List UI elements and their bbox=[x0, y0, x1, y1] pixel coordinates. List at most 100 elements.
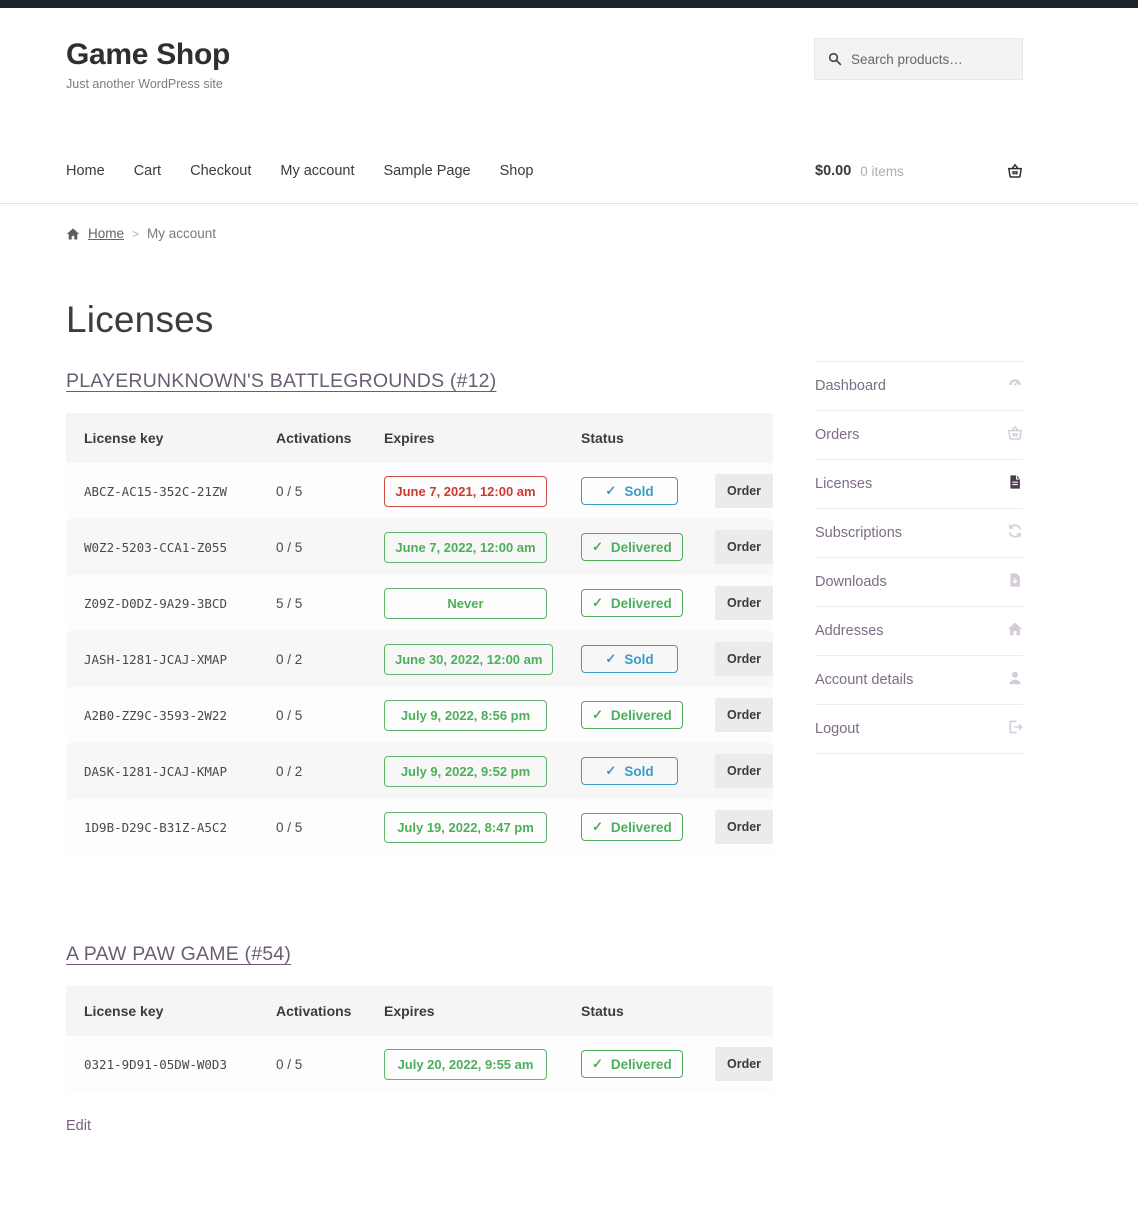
breadcrumb: Home > My account bbox=[66, 226, 1023, 241]
expires-date-badge: July 9, 2022, 9:52 pm bbox=[384, 756, 547, 787]
nav-link-cart[interactable]: Cart bbox=[134, 163, 161, 179]
home-icon bbox=[66, 227, 80, 241]
order-button[interactable]: Order bbox=[715, 586, 773, 620]
expires-date-badge: June 30, 2022, 12:00 am bbox=[384, 644, 553, 675]
edit-link[interactable]: Edit bbox=[66, 1118, 91, 1134]
dashboard-icon bbox=[1007, 376, 1023, 397]
license-key-cell: 1D9B-D29C-B31Z-A5C2 bbox=[84, 820, 276, 835]
sidebar-item-label: Account details bbox=[815, 672, 913, 688]
sidebar-item-label: Downloads bbox=[815, 574, 887, 590]
order-button[interactable]: Order bbox=[715, 754, 773, 788]
sidebar-item-account-details[interactable]: Account details bbox=[815, 656, 1023, 705]
user-icon bbox=[1007, 670, 1023, 691]
check-icon: ✓ bbox=[605, 651, 616, 667]
status-label: Delivered bbox=[611, 1057, 672, 1072]
nav-item-my-account: My account bbox=[280, 162, 354, 180]
status-badge: ✓Delivered bbox=[581, 813, 683, 841]
column-header-activations: Activations bbox=[276, 430, 384, 446]
sidebar-item-downloads[interactable]: Downloads bbox=[815, 558, 1023, 607]
order-button[interactable]: Order bbox=[715, 1047, 773, 1081]
expires-cell: June 7, 2022, 12:00 am bbox=[384, 532, 581, 563]
expires-cell: July 19, 2022, 8:47 pm bbox=[384, 812, 581, 843]
file-icon bbox=[1007, 474, 1023, 495]
check-icon: ✓ bbox=[605, 763, 616, 779]
order-button[interactable]: Order bbox=[715, 698, 773, 732]
nav-menu: Home Cart Checkout My account Sample Page Sho… bbox=[66, 162, 562, 180]
account-sidebar: DashboardOrders Licenses Subscriptions Down… bbox=[815, 241, 1023, 1135]
status-badge: ✓Delivered bbox=[581, 533, 683, 561]
license-section-heading-link[interactable]: PLAYERUNKNOWN'S BATTLEGROUNDS (#12) bbox=[66, 370, 496, 393]
search-input[interactable] bbox=[851, 52, 1009, 67]
nav-link-shop[interactable]: Shop bbox=[500, 163, 534, 179]
license-key-cell: DASK-1281-JCAJ-KMAP bbox=[84, 764, 276, 779]
cart-item-count: 0 items bbox=[860, 164, 904, 179]
table-header-row: License keyActivationsExpiresStatus bbox=[66, 986, 773, 1036]
nav-link-home[interactable]: Home bbox=[66, 163, 105, 179]
sidebar-item-dashboard[interactable]: Dashboard bbox=[815, 362, 1023, 411]
nav-item-sample-page: Sample Page bbox=[384, 162, 471, 180]
sidebar-item-subscriptions[interactable]: Subscriptions bbox=[815, 509, 1023, 558]
cart-total: $0.00 bbox=[815, 163, 851, 179]
license-row: Z09Z-D0DZ-9A29-3BCD5 / 5Never✓DeliveredO… bbox=[66, 575, 773, 631]
download-file-icon bbox=[1007, 572, 1023, 593]
status-badge: ✓Delivered bbox=[581, 1050, 683, 1078]
license-row: 1D9B-D29C-B31Z-A5C20 / 5July 19, 2022, 8… bbox=[66, 799, 773, 855]
order-button[interactable]: Order bbox=[715, 530, 773, 564]
status-cell: ✓Sold bbox=[581, 477, 715, 505]
status-cell: ✓Delivered bbox=[581, 813, 715, 841]
expires-date-badge: July 20, 2022, 9:55 am bbox=[384, 1049, 547, 1080]
order-button[interactable]: Order bbox=[715, 474, 773, 508]
nav-link-sample-page[interactable]: Sample Page bbox=[384, 163, 471, 179]
status-label: Sold bbox=[624, 484, 653, 499]
column-header-license-key: License key bbox=[84, 430, 276, 446]
product-search-form[interactable] bbox=[814, 38, 1023, 80]
expires-date-badge: July 9, 2022, 8:56 pm bbox=[384, 700, 547, 731]
order-cell: Order bbox=[715, 698, 773, 732]
activations-cell: 0 / 5 bbox=[276, 484, 384, 499]
order-button[interactable]: Order bbox=[715, 642, 773, 676]
status-label: Delivered bbox=[611, 596, 672, 611]
license-row: W0Z2-5203-CCA1-Z0550 / 5June 7, 2022, 12… bbox=[66, 519, 773, 575]
license-row: ABCZ-AC15-352C-21ZW0 / 5June 7, 2021, 12… bbox=[66, 463, 773, 519]
breadcrumb-current: My account bbox=[147, 226, 216, 241]
status-cell: ✓ Sold bbox=[581, 645, 715, 673]
status-label: Sold bbox=[624, 652, 653, 667]
column-header-license-key: License key bbox=[84, 1003, 276, 1019]
table-header-row: License keyActivationsExpiresStatus bbox=[66, 413, 773, 463]
bottom-spacer bbox=[0, 1135, 1138, 1225]
nav-item-home: Home bbox=[66, 162, 105, 180]
licenses-table: License keyActivationsExpiresStatus 0321-… bbox=[66, 986, 773, 1092]
expires-cell: June 30, 2022, 12:00 am bbox=[384, 644, 581, 675]
nav-link-my-account[interactable]: My account bbox=[280, 163, 354, 179]
status-badge: ✓Sold bbox=[581, 757, 678, 785]
expires-date-badge: June 7, 2021, 12:00 am bbox=[384, 476, 547, 507]
sidebar-item-addresses[interactable]: Addresses bbox=[815, 607, 1023, 656]
sidebar-item-label: Licenses bbox=[815, 476, 872, 492]
license-section: PLAYERUNKNOWN'S BATTLEGROUNDS (#12) Licen… bbox=[66, 341, 773, 855]
page-title: Licenses bbox=[66, 299, 773, 341]
status-label: Delivered bbox=[611, 708, 672, 723]
activations-cell: 0 / 2 bbox=[276, 652, 384, 667]
sidebar-item-licenses[interactable]: Licenses bbox=[815, 460, 1023, 509]
activations-cell: 0 / 5 bbox=[276, 1057, 384, 1072]
sidebar-item-logout[interactable]: Logout bbox=[815, 705, 1023, 754]
license-section-heading-link[interactable]: A PAW PAW GAME (#54) bbox=[66, 943, 291, 966]
order-button[interactable]: Order bbox=[715, 810, 773, 844]
nav-link-checkout[interactable]: Checkout bbox=[190, 163, 251, 179]
sidebar-item-orders[interactable]: Orders bbox=[815, 411, 1023, 460]
breadcrumb-home-link[interactable]: Home bbox=[88, 226, 124, 241]
basket-icon bbox=[1007, 425, 1023, 446]
license-key-cell: Z09Z-D0DZ-9A29-3BCD bbox=[84, 596, 276, 611]
license-row: DASK-1281-JCAJ-KMAP0 / 2July 9, 2022, 9:… bbox=[66, 743, 773, 799]
license-key-cell: 0321-9D91-05DW-W0D3 bbox=[84, 1057, 276, 1072]
license-sections: PLAYERUNKNOWN'S BATTLEGROUNDS (#12) Licen… bbox=[66, 341, 773, 1092]
nav-item-shop: Shop bbox=[500, 162, 534, 180]
order-cell: Order bbox=[715, 586, 773, 620]
search-icon bbox=[828, 52, 842, 66]
check-icon: ✓ bbox=[592, 707, 603, 723]
order-cell: Order bbox=[715, 754, 773, 788]
check-icon: ✓ bbox=[592, 539, 603, 555]
column-header-status: Status bbox=[581, 1003, 715, 1019]
license-key-cell: A2B0-ZZ9C-3593-2W22 bbox=[84, 708, 276, 723]
cart-summary[interactable]: $0.00 0 items bbox=[815, 163, 1023, 179]
